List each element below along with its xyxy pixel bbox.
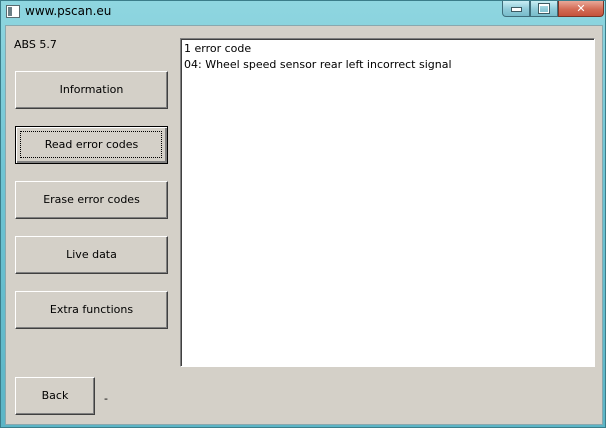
erase-error-codes-button[interactable]: Erase error codes [15, 181, 168, 219]
live-data-button-label: Live data [66, 248, 117, 261]
read-error-codes-button[interactable]: Read error codes [15, 126, 168, 164]
extra-functions-button-label: Extra functions [49, 303, 134, 316]
erase-error-codes-button-label: Erase error codes [43, 193, 140, 206]
close-button[interactable]: ✕ [558, 1, 604, 17]
error-count-line: 1 error code [184, 42, 252, 55]
app-window: www.pscan.eu ✕ ABS 5.7 Information Read … [0, 0, 606, 428]
status-text: - [104, 392, 108, 405]
main-panel: ABS 5.7 Information Read error codes Era… [5, 25, 603, 425]
window-title: www.pscan.eu [25, 4, 112, 18]
focus-rectangle [20, 131, 162, 158]
error-code-line: 04: Wheel speed sensor rear left incorre… [184, 58, 452, 71]
title-bar[interactable]: www.pscan.eu ✕ [1, 1, 605, 24]
module-label: ABS 5.7 [14, 38, 57, 51]
error-code-output[interactable]: 1 error code 04: Wheel speed sensor rear… [180, 38, 595, 367]
close-icon: ✕ [576, 2, 586, 15]
maximize-button[interactable] [530, 1, 558, 17]
maximize-icon [539, 4, 549, 13]
minimize-button[interactable] [502, 1, 530, 17]
information-button[interactable]: Information [15, 71, 168, 109]
extra-functions-button[interactable]: Extra functions [15, 291, 168, 329]
back-button-label: Back [41, 389, 69, 402]
minimize-icon [510, 7, 522, 12]
live-data-button[interactable]: Live data [15, 236, 168, 274]
back-button[interactable]: Back [15, 377, 95, 415]
information-button-label: Information [59, 83, 124, 96]
application-icon[interactable] [6, 5, 20, 18]
